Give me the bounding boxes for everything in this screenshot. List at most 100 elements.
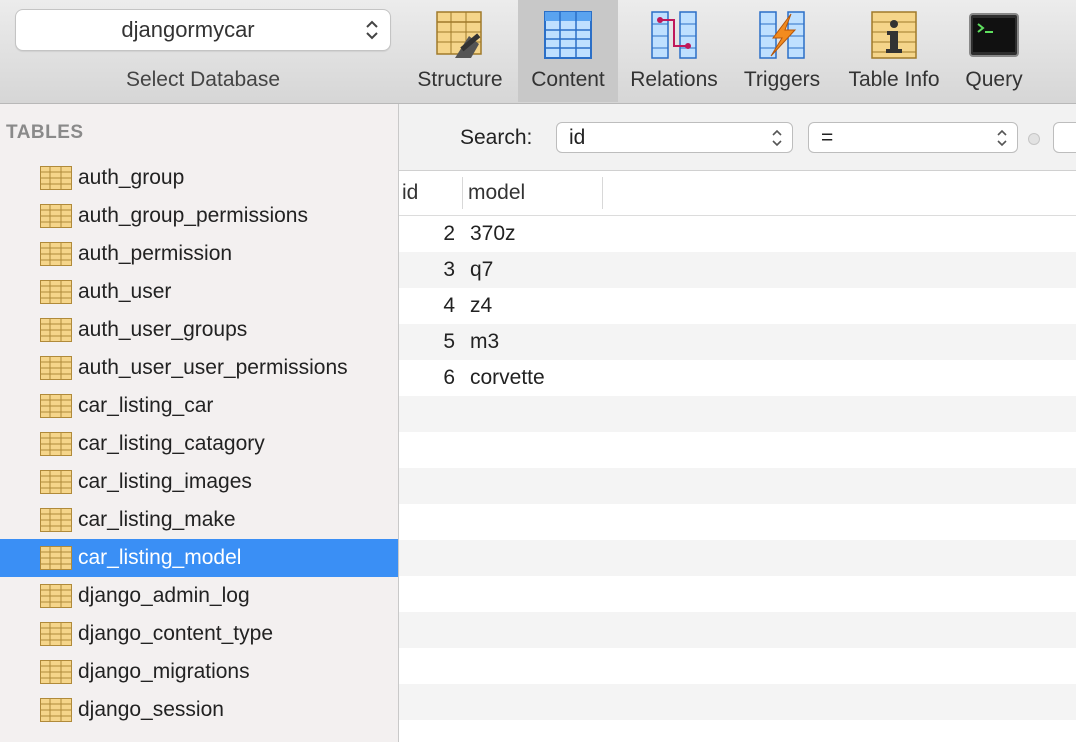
empty-row [399, 684, 1076, 720]
table-item[interactable]: auth_group [0, 159, 398, 197]
table-item[interactable]: car_listing_images [0, 463, 398, 501]
table-name: auth_user_user_permissions [78, 356, 348, 379]
table-name: auth_user_groups [78, 318, 248, 341]
table-item[interactable]: django_admin_log [0, 577, 398, 615]
tab-structure[interactable]: Structure [408, 0, 512, 102]
table-icon [40, 698, 72, 722]
tab-table-info[interactable]: Table Info [838, 0, 950, 102]
column-divider[interactable] [602, 177, 603, 209]
triggers-lightning-icon [759, 11, 805, 59]
tab-content-label: Content [531, 68, 605, 91]
tab-triggers[interactable]: Triggers [732, 0, 832, 102]
cell-model[interactable]: corvette [470, 360, 545, 396]
table-icon [40, 166, 72, 190]
cell-id[interactable]: 2 [399, 216, 455, 252]
updown-chevron-icon [997, 129, 1007, 147]
tab-relations-label: Relations [630, 68, 718, 91]
table-icon [40, 660, 72, 684]
table-info-icon [871, 11, 917, 59]
table-icon [40, 280, 72, 304]
table-item-selected[interactable]: car_listing_model [0, 539, 398, 577]
empty-row [399, 504, 1076, 540]
filter-field-select[interactable]: id [556, 122, 793, 153]
table-row[interactable]: 5 m3 [399, 324, 1076, 360]
table-row[interactable]: 4 z4 [399, 288, 1076, 324]
empty-row [399, 648, 1076, 684]
query-terminal-icon [969, 13, 1019, 57]
filter-value-input[interactable] [1053, 122, 1076, 153]
tab-query-label: Query [965, 68, 1023, 91]
cell-id[interactable]: 4 [399, 288, 455, 324]
table-name: car_listing_catagory [78, 432, 265, 455]
table-icon [40, 432, 72, 456]
relations-icon [651, 11, 697, 59]
table-icon [40, 584, 72, 608]
table-item[interactable]: django_content_type [0, 615, 398, 653]
tab-table-info-label: Table Info [848, 68, 940, 91]
table-icon [40, 394, 72, 418]
filter-operator-select[interactable]: = [808, 122, 1018, 153]
table-item[interactable]: auth_user [0, 273, 398, 311]
column-header-model[interactable]: model [468, 171, 525, 215]
structure-icon [436, 11, 482, 58]
table-row[interactable]: 3 q7 [399, 252, 1076, 288]
cell-id[interactable]: 5 [399, 324, 455, 360]
empty-row [399, 576, 1076, 612]
table-item[interactable]: auth_user_user_permissions [0, 349, 398, 387]
table-item[interactable]: auth_group_permissions [0, 197, 398, 235]
table-name: car_listing_make [78, 508, 236, 531]
table-item[interactable]: car_listing_car [0, 387, 398, 425]
filter-bar: Search: id = [399, 104, 1076, 171]
table-item[interactable]: auth_user_groups [0, 311, 398, 349]
updown-chevron-icon [772, 129, 782, 147]
table-name: car_listing_images [78, 470, 252, 493]
table-icon [40, 204, 72, 228]
table-item[interactable]: django_session [0, 691, 398, 729]
cell-model[interactable]: z4 [470, 288, 492, 324]
content-pane: Search: id = id model 2 370z 3 q7 4 z4 5… [399, 104, 1076, 742]
column-divider[interactable] [462, 177, 463, 209]
filter-toggle-dot[interactable] [1028, 133, 1040, 145]
table-name: django_migrations [78, 660, 250, 683]
tab-content[interactable]: Content [518, 0, 618, 102]
table-item[interactable]: car_listing_make [0, 501, 398, 539]
column-header-id[interactable]: id [402, 171, 418, 215]
cell-model[interactable]: 370z [470, 216, 516, 252]
cell-model[interactable]: q7 [470, 252, 493, 288]
toolbar: djangormycar Select Database Structure C… [0, 0, 1076, 104]
grid-header: id model [399, 171, 1076, 216]
cell-id[interactable]: 6 [399, 360, 455, 396]
table-item[interactable]: django_migrations [0, 653, 398, 691]
table-icon [40, 508, 72, 532]
table-item[interactable]: car_listing_catagory [0, 425, 398, 463]
table-row[interactable]: 6 corvette [399, 360, 1076, 396]
cell-model[interactable]: m3 [470, 324, 499, 360]
tab-query[interactable]: Query [952, 0, 1036, 102]
grid-rows: 2 370z 3 q7 4 z4 5 m3 6 corvette [399, 216, 1076, 720]
tab-relations[interactable]: Relations [622, 0, 726, 102]
table-icon [40, 622, 72, 646]
table-name: auth_user [78, 280, 172, 303]
table-name: django_session [78, 698, 224, 721]
table-icon [40, 242, 72, 266]
empty-row [399, 612, 1076, 648]
database-select-value: djangormycar [121, 17, 255, 42]
database-select[interactable]: djangormycar [15, 9, 391, 51]
empty-row [399, 540, 1076, 576]
updown-chevron-icon [366, 20, 378, 40]
tables-heading: TABLES [6, 122, 84, 143]
empty-row [399, 396, 1076, 432]
tab-triggers-label: Triggers [743, 68, 821, 91]
table-icon [40, 546, 72, 570]
table-row[interactable]: 2 370z [399, 216, 1076, 252]
cell-id[interactable]: 3 [399, 252, 455, 288]
table-list: auth_group auth_group_permissions auth_p… [0, 159, 398, 729]
content-table-icon [544, 11, 592, 59]
search-label: Search: [460, 126, 533, 149]
table-item[interactable]: auth_permission [0, 235, 398, 273]
table-name: car_listing_car [78, 394, 214, 417]
tables-sidebar: TABLES auth_group auth_group_permissions… [0, 104, 399, 742]
table-name: auth_group_permissions [78, 204, 308, 227]
table-name: car_listing_model [78, 546, 242, 569]
table-name: django_content_type [78, 622, 273, 645]
